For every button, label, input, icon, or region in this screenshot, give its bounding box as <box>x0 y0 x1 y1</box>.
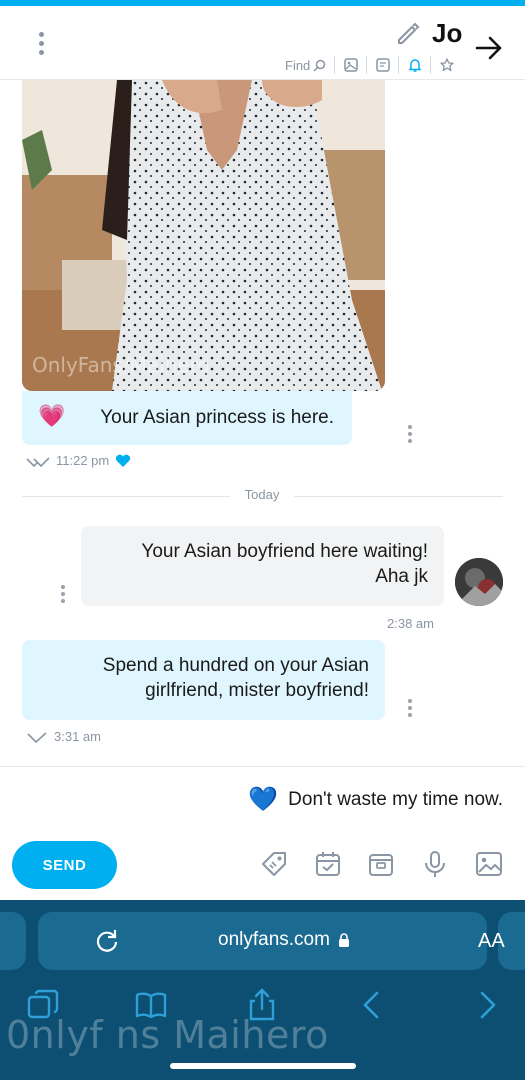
message-text-line-1: Your Asian boyfriend here waiting! <box>141 541 428 562</box>
message-text-line-1: Spend a hundred on your Asian <box>102 655 369 676</box>
avatar-image <box>455 558 503 606</box>
liked-heart-icon[interactable] <box>115 454 131 468</box>
notes-button[interactable] <box>367 56 400 74</box>
previous-tab-stub[interactable] <box>0 912 26 970</box>
url-text: onlyfans.com <box>218 929 330 950</box>
note-icon <box>376 58 390 72</box>
edit-name-icon[interactable] <box>395 20 421 46</box>
message-meta: 2:38 am <box>387 616 434 631</box>
notifications-button[interactable] <box>399 56 432 74</box>
schedule-calendar-icon[interactable] <box>313 849 343 879</box>
incoming-message[interactable]: Spend a hundred on your Asian girlfriend… <box>22 640 385 720</box>
media-filter-button[interactable] <box>335 56 368 74</box>
vault-icon[interactable] <box>366 849 396 879</box>
image-icon <box>344 58 358 72</box>
price-tag-icon[interactable] <box>259 849 289 879</box>
message-options-icon[interactable] <box>407 425 413 443</box>
photo-message[interactable]: OnlyFans/Maihero <box>22 80 385 391</box>
send-button[interactable]: SEND <box>12 841 117 889</box>
sent-check-icon <box>27 731 47 743</box>
photo-image: OnlyFans/Maihero <box>22 80 385 391</box>
forward-chevron-icon[interactable] <box>470 988 504 1022</box>
chat-tools-row: Find <box>285 52 463 78</box>
message-text-line-2: girlfriend, mister boyfriend! <box>145 680 369 701</box>
reload-icon[interactable] <box>94 928 120 954</box>
microphone-icon[interactable] <box>420 849 450 879</box>
photo-watermark: OnlyFans/Maihero <box>32 353 210 377</box>
more-options-icon[interactable] <box>32 32 50 60</box>
text-size-button[interactable]: AA <box>478 930 505 953</box>
message-input[interactable]: 💙 Don't waste my time now. <box>248 785 503 814</box>
message-time: 3:31 am <box>54 729 101 744</box>
url-display: onlyfans.com <box>218 929 350 951</box>
message-composer: 💙 Don't waste my time now. SEND <box>0 766 525 900</box>
chat-partner-name[interactable]: Jo <box>432 18 462 49</box>
overlay-watermark: 0nlyf ns Maihero <box>6 1013 329 1057</box>
add-image-icon[interactable] <box>474 849 504 879</box>
lock-icon <box>338 932 349 947</box>
bell-icon <box>408 59 422 72</box>
message-meta: 3:31 am <box>26 729 101 744</box>
back-chevron-icon[interactable] <box>355 988 389 1022</box>
sender-avatar[interactable] <box>455 558 503 606</box>
message-text: Your Asian princess is here. <box>100 407 334 428</box>
home-indicator[interactable] <box>170 1063 356 1069</box>
search-icon <box>313 59 326 72</box>
favorite-button[interactable] <box>431 56 463 74</box>
address-bar[interactable]: onlyfans.com AA <box>38 912 505 970</box>
heart-emoji-icon: 💗 <box>38 403 66 428</box>
chat-header: Jo Find <box>0 6 525 80</box>
message-meta: 11:22 pm <box>26 453 131 468</box>
star-icon <box>440 58 454 72</box>
back-arrow-icon[interactable] <box>474 33 504 63</box>
message-options-icon[interactable] <box>60 585 66 603</box>
message-text-line-2: Aha jk <box>375 566 428 587</box>
find-label: Find <box>285 57 311 73</box>
read-receipt-icon <box>26 456 50 467</box>
find-button[interactable]: Find <box>285 56 336 74</box>
message-options-icon[interactable] <box>407 699 413 717</box>
message-time: 11:22 pm <box>56 453 110 468</box>
outgoing-message[interactable]: Your Asian boyfriend here waiting! Aha j… <box>81 526 444 606</box>
draft-emoji-icon: 💙 <box>248 786 279 813</box>
message-time: 2:38 am <box>387 616 434 631</box>
date-divider-label: Today <box>230 487 294 502</box>
draft-text: Don't waste my time now. <box>288 788 503 810</box>
incoming-message[interactable]: Your Asian princess is here. 💗 <box>22 391 352 445</box>
